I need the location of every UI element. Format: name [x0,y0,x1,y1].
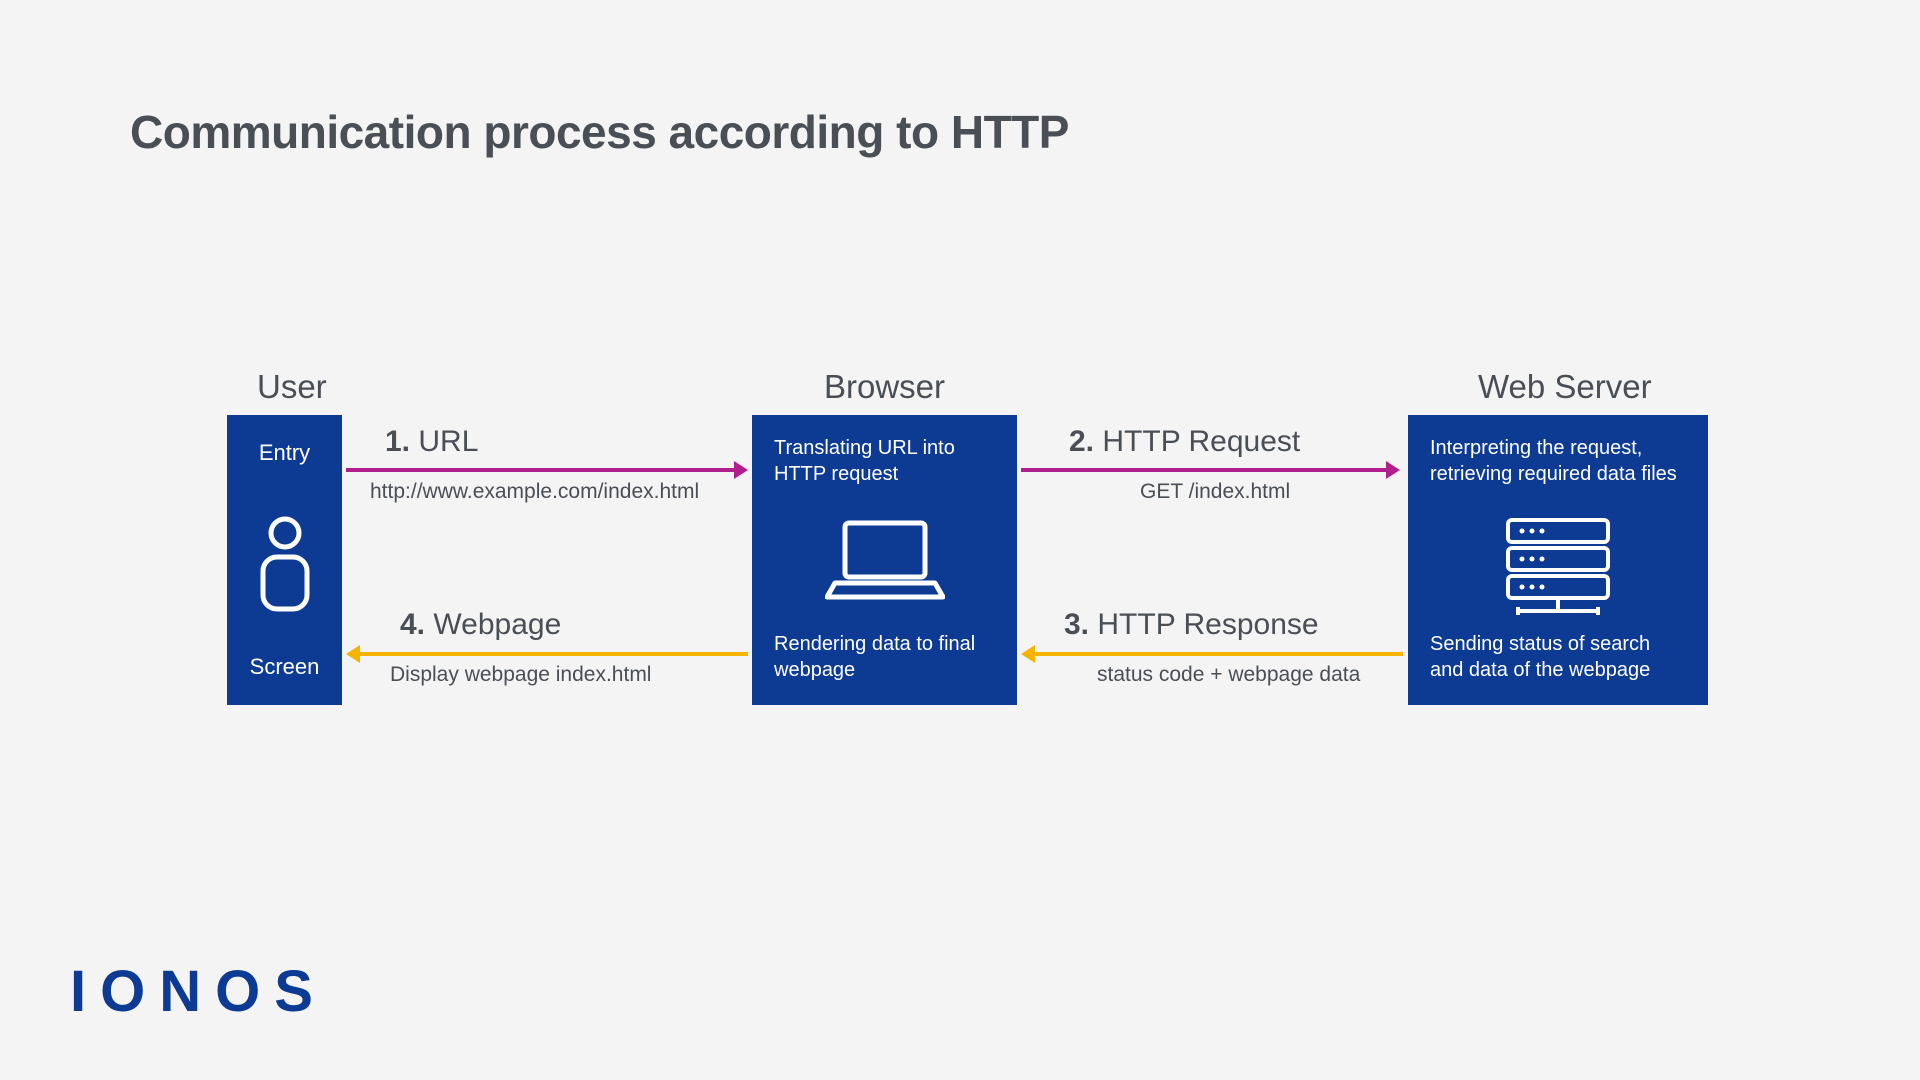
user-screen-label: Screen [227,654,342,680]
server-box: Interpreting the request, retrieving req… [1408,415,1708,705]
arrow-1-url [346,468,734,472]
arrow-3-http-response [1035,652,1403,656]
user-box: Entry Screen [227,415,342,705]
server-icon [1408,515,1708,625]
user-icon [227,515,342,615]
column-label-server: Web Server [1478,368,1652,406]
browser-top-text: Translating URL into HTTP request [774,435,995,487]
step3-label: 3. HTTP Response [1064,608,1319,642]
step4-label: 4. Webpage [400,608,561,642]
column-label-browser: Browser [824,368,945,406]
user-entry-label: Entry [227,440,342,466]
step3-sub: status code + webpage data [1097,663,1360,687]
browser-box: Translating URL into HTTP request Render… [752,415,1017,705]
step1-sub: http://www.example.com/index.html [370,480,699,504]
step2-label: 2. HTTP Request [1069,425,1300,459]
server-top-text: Interpreting the request, retrieving req… [1430,435,1686,487]
server-bottom-text: Sending status of search and data of the… [1430,631,1686,683]
step4-sub: Display webpage index.html [390,663,651,687]
arrow-4-webpage [360,652,748,656]
diagram-title: Communication process according to HTTP [130,105,1069,159]
brand-logo: IONOS [70,958,327,1025]
arrow-2-http-request [1021,468,1386,472]
browser-bottom-text: Rendering data to final webpage [774,631,995,683]
laptop-icon [752,515,1017,605]
column-label-user: User [257,368,327,406]
step1-label: 1. URL [385,425,478,459]
step2-sub: GET /index.html [1140,480,1290,504]
